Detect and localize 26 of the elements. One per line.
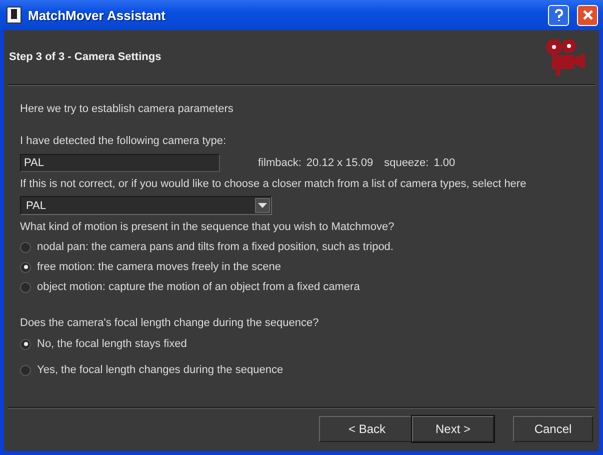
focal-question: Does the camera's focal length change during the sequence? xyxy=(20,317,319,329)
filmback-value: 20.12 x 15.09 xyxy=(306,157,374,169)
camera-type-dropdown[interactable]: PAL xyxy=(20,196,272,215)
detected-label: I have detected the following camera type: xyxy=(20,135,226,147)
app-icon xyxy=(6,6,22,24)
close-button[interactable] xyxy=(577,4,598,26)
camera-type-field[interactable]: PAL xyxy=(20,154,220,172)
squeeze-value: 1.00 xyxy=(434,157,456,169)
step-title: Step 3 of 3 - Camera Settings xyxy=(9,51,162,63)
dialog-button[interactable]: Cancel xyxy=(513,416,593,442)
dialog-button[interactable]: Next > xyxy=(412,416,494,442)
caret-icon xyxy=(258,203,267,208)
focal-radio[interactable]: Yes, the focal length changes during the sequence xyxy=(20,357,284,383)
close-icon xyxy=(580,8,594,22)
help-button[interactable] xyxy=(548,4,569,26)
focal-radio[interactable]: No, the focal length stays fixed xyxy=(20,331,284,357)
filmback-label: filmback: xyxy=(258,157,302,169)
film-camera-icon xyxy=(543,37,587,77)
motion-radio[interactable]: object motion: capture the motion of an object from a fixed camera xyxy=(20,277,394,297)
intro-text: Here we try to establish camera parameters xyxy=(20,103,234,115)
camera-select-label: If this is not correct, or if you would like to choose a closer match from a list of camera types, select here xyxy=(20,178,526,190)
motion-question: What kind of motion is present in the sequence that you wish to Matchmove? xyxy=(20,221,394,233)
motion-radio[interactable]: nodal pan: the camera pans and tilts from a fixed position, such as tripod. xyxy=(20,237,394,257)
motion-radio[interactable]: free motion: the camera moves freely in the scene xyxy=(20,257,394,277)
window-title: MatchMover Assistant xyxy=(28,8,166,22)
squeeze-label: squeeze: xyxy=(384,157,429,169)
